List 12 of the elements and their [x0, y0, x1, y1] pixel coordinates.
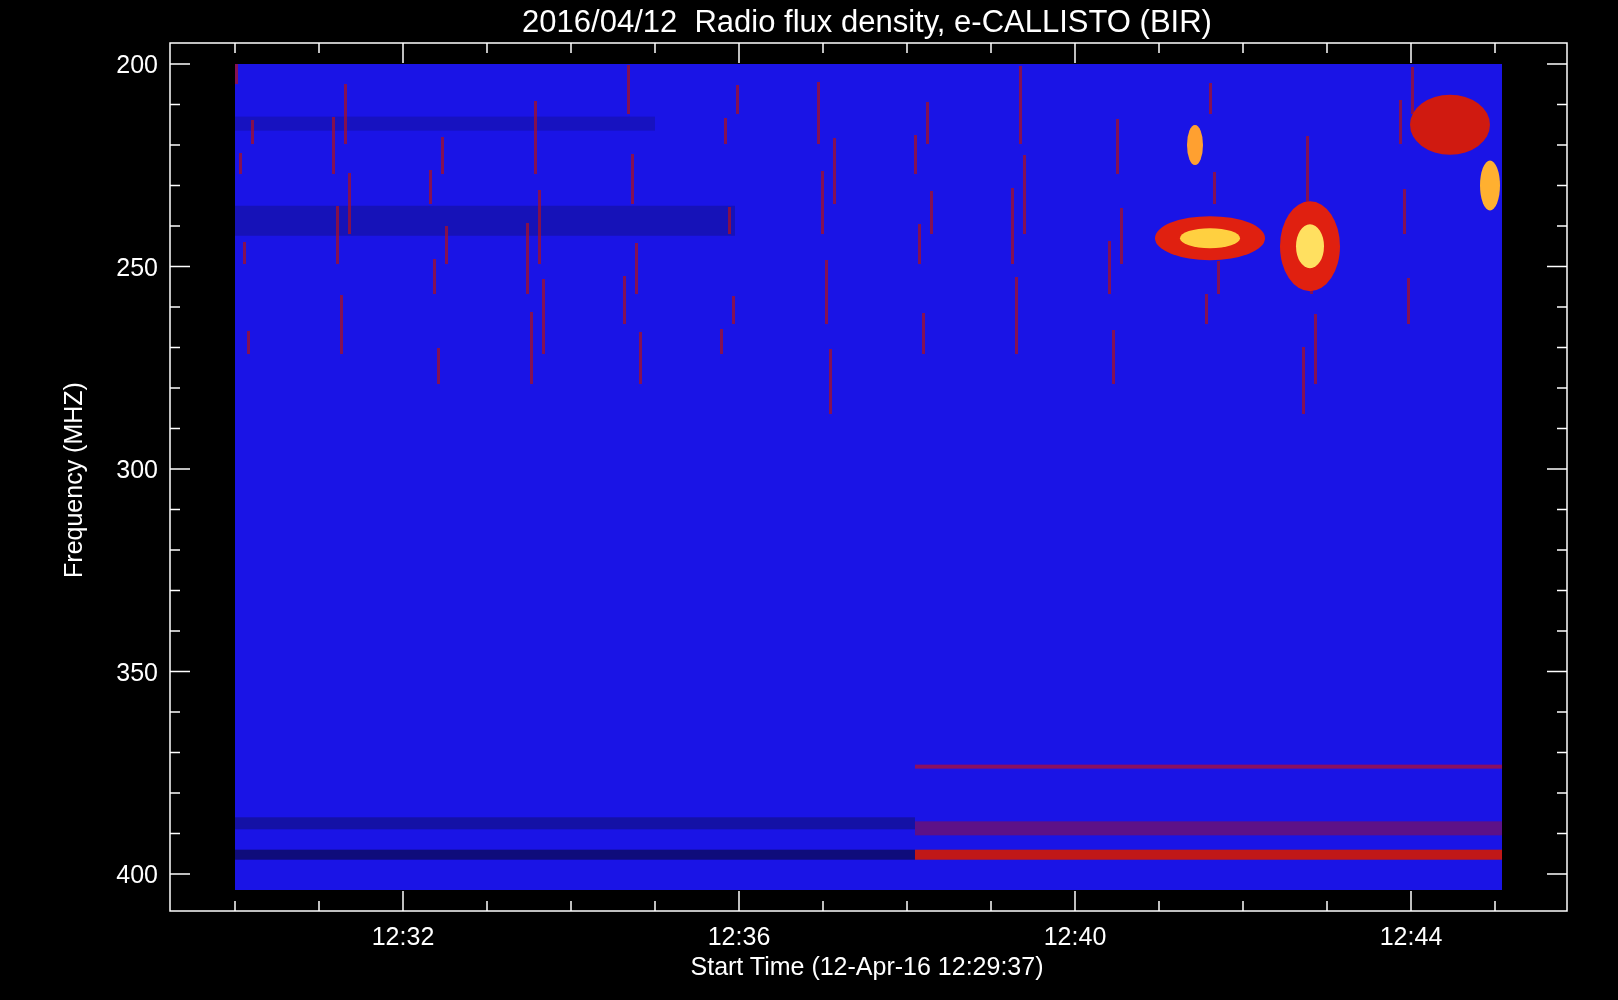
x-tick-label: 12:44	[1379, 922, 1443, 950]
y-tick-label: 200	[116, 50, 158, 78]
x-tick-label: 12:32	[371, 922, 435, 950]
y-tick-label: 350	[116, 657, 158, 686]
y-axis-label: Frequency (MHZ)	[59, 382, 87, 578]
y-tick-label: 400	[116, 860, 158, 888]
x-axis-label: Start Time (12-Apr-16 12:29:37)	[690, 952, 1044, 980]
y-tick-label: 250	[116, 252, 158, 281]
chart-title: 2016/04/12 Radio flux density, e-CALLISTO (BIR)	[522, 4, 1212, 39]
y-tick-label: 300	[116, 455, 158, 483]
x-tick-label: 12:40	[1043, 922, 1107, 950]
x-tick-label: 12:36	[707, 922, 771, 950]
